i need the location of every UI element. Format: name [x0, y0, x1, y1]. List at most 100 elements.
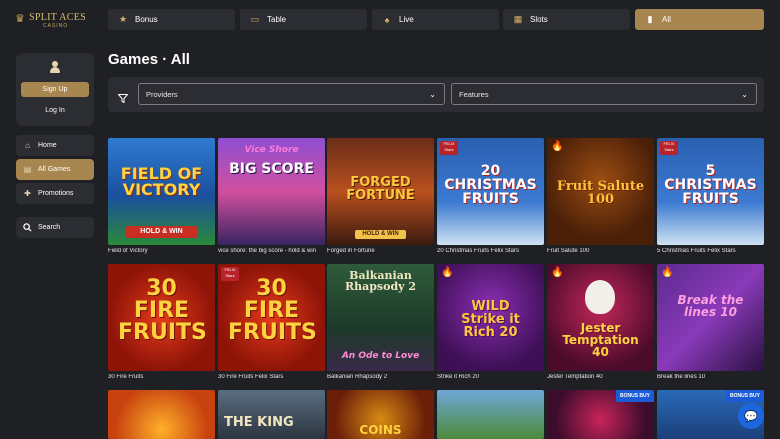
- game-art-title: 30 FIRE FRUITS: [118, 276, 207, 345]
- page-title: Games · All: [108, 51, 190, 68]
- game-card[interactable]: [437, 390, 544, 439]
- game-art-title: FORGED FORTUNE: [346, 175, 415, 203]
- jester-face-illustration: [585, 280, 615, 314]
- spade-icon: ♠: [384, 14, 390, 25]
- game-art-title: FIELD OF VICTORY: [120, 164, 203, 199]
- sidebar-item-home[interactable]: ⌂ Home: [16, 135, 94, 156]
- game-title: Forged in Fortune: [327, 248, 375, 254]
- brand-name: SPLIT ACES: [29, 12, 86, 23]
- chat-icon: 💬: [744, 410, 758, 423]
- games-icon: ▤: [23, 165, 32, 174]
- game-art-title: Fruit Salute 100: [556, 179, 645, 207]
- features-label: Features: [459, 89, 489, 99]
- filter-bar: Providers ⌄ Features ⌄: [108, 77, 764, 112]
- bonus-buy-badge: BONUS BUY: [615, 390, 654, 402]
- game-card[interactable]: Balkanian Rhapsody 2 An Ode to Love: [327, 264, 434, 371]
- game-title: 20 Christmas Fruits Felix Stars: [437, 248, 520, 254]
- chip-icon: ▭: [250, 14, 260, 24]
- signup-button[interactable]: Sign Up: [21, 82, 89, 97]
- game-art-title: 20 CHRISTMAS FRUITS: [444, 163, 537, 207]
- star-icon: ★: [118, 14, 128, 24]
- game-card[interactable]: COINS: [327, 390, 434, 439]
- game-title: Field of Victory: [108, 248, 148, 254]
- game-card[interactable]: 30 FIRE FRUITS: [108, 264, 215, 371]
- game-title: 30 Fire Fruits Felix Stars: [218, 374, 284, 380]
- bonus-buy-badge: BONUS BUY: [725, 390, 764, 402]
- gift-icon: ✚: [24, 189, 31, 198]
- game-card[interactable]: BONUS BUY: [547, 390, 654, 439]
- sidebar-item-label: All Games: [38, 166, 71, 173]
- game-art-sub: An Ode to Love: [341, 351, 420, 361]
- tab-slots[interactable]: ▦ Slots: [503, 9, 630, 30]
- flame-icon: 🔥: [551, 267, 564, 278]
- game-art-sub: Vice Shore: [244, 145, 299, 155]
- game-card[interactable]: FIELD OF VICTORY HOLD & WIN: [108, 138, 215, 245]
- game-art-title: THE KING: [224, 415, 294, 430]
- sidebar-item-label: Promotions: [38, 190, 74, 197]
- tab-all[interactable]: ▮ All: [635, 9, 764, 30]
- brand-sub: CASINO: [43, 23, 69, 29]
- search-icon: [23, 223, 32, 232]
- providers-select[interactable]: Providers ⌄: [138, 83, 445, 105]
- tab-label: Live: [399, 15, 414, 24]
- top-bar: ♛ SPLIT ACES CASINO ★ Bonus ▭ Table ♠ Li…: [0, 0, 780, 38]
- game-card[interactable]: FELIX Stars 30 FIRE FRUITS: [218, 264, 325, 371]
- tab-label: Bonus: [135, 15, 158, 24]
- tab-table[interactable]: ▭ Table: [240, 9, 367, 30]
- game-art-title: Balkanian Rhapsody 2: [344, 269, 417, 293]
- game-card[interactable]: 🔥 WILD Strike it Rich 20: [437, 264, 544, 371]
- chat-button[interactable]: 💬: [738, 403, 764, 429]
- tab-live[interactable]: ♠ Live: [372, 9, 499, 30]
- home-icon: ⌂: [25, 141, 30, 150]
- game-art-title: WILD Strike it Rich 20: [461, 299, 520, 340]
- game-art-title: 30 FIRE FRUITS: [228, 276, 317, 345]
- crown-icon: ♛: [15, 13, 25, 25]
- slot-icon: ▦: [513, 14, 523, 24]
- game-art-title: Break the lines 10: [677, 293, 744, 319]
- sidebar-item-search[interactable]: Search: [16, 217, 94, 238]
- sidebar-item-label: Home: [38, 142, 57, 149]
- game-card[interactable]: [108, 390, 215, 439]
- game-card[interactable]: 🔥 Jester Temptation 40: [547, 264, 654, 371]
- game-card[interactable]: FORGED FORTUNE HOLD & WIN: [327, 138, 434, 245]
- sidebar-item-promotions[interactable]: ✚ Promotions: [16, 183, 94, 204]
- tab-label: Table: [267, 15, 287, 24]
- chevron-down-icon: ⌄: [741, 90, 748, 99]
- account-card: Sign Up Log In: [16, 53, 94, 126]
- game-card[interactable]: THE KING: [218, 390, 325, 439]
- tab-bonus[interactable]: ★ Bonus: [108, 9, 235, 30]
- sidebar-item-label: Search: [38, 224, 61, 231]
- game-card[interactable]: 🔥 Fruit Salute 100: [547, 138, 654, 245]
- felix-stars-badge: FELIX Stars: [440, 141, 458, 155]
- game-title: 30 Fire Fruits: [108, 374, 144, 380]
- game-card[interactable]: 🔥 Break the lines 10: [657, 264, 764, 371]
- flame-icon: 🔥: [441, 267, 454, 278]
- tab-label: Slots: [530, 15, 548, 24]
- game-title: Break the lines 10: [657, 374, 706, 380]
- filter-icon[interactable]: [117, 90, 129, 104]
- game-art-title: COINS: [359, 423, 402, 437]
- game-title: Jester Temptation 40: [547, 374, 603, 380]
- game-art-title: 5 CHRISTMAS FRUITS: [664, 163, 757, 207]
- tab-label: All: [662, 15, 671, 24]
- game-art-title: BIG SCORE: [229, 161, 314, 177]
- game-title: Balkanian Rhapsody 2: [327, 374, 388, 380]
- game-art-title: Jester Temptation 40: [562, 321, 639, 359]
- felix-stars-badge: FELIX Stars: [660, 141, 678, 155]
- sidebar-item-all-games[interactable]: ▤ All Games: [16, 159, 94, 180]
- providers-label: Providers: [146, 89, 178, 99]
- user-icon: [50, 61, 60, 73]
- game-art-sub: HOLD & WIN: [126, 226, 197, 238]
- flame-icon: 🔥: [551, 141, 564, 152]
- game-card[interactable]: FELIX Stars 5 CHRISTMAS FRUITS: [657, 138, 764, 245]
- card-icon: ▮: [647, 14, 653, 24]
- features-select[interactable]: Features ⌄: [451, 83, 757, 105]
- game-card[interactable]: FELIX Stars 20 CHRISTMAS FRUITS: [437, 138, 544, 245]
- brand-logo[interactable]: ♛ SPLIT ACES CASINO: [15, 10, 95, 30]
- game-card[interactable]: Vice Shore BIG SCORE: [218, 138, 325, 245]
- game-title: 5 Christmas Fruits Felix Stars: [657, 248, 736, 254]
- login-button[interactable]: Log In: [21, 103, 89, 117]
- game-art-sub: HOLD & WIN: [355, 230, 406, 239]
- game-title: Strike it Rich 20: [437, 374, 480, 380]
- game-title: Fruit Salute 100: [547, 248, 590, 254]
